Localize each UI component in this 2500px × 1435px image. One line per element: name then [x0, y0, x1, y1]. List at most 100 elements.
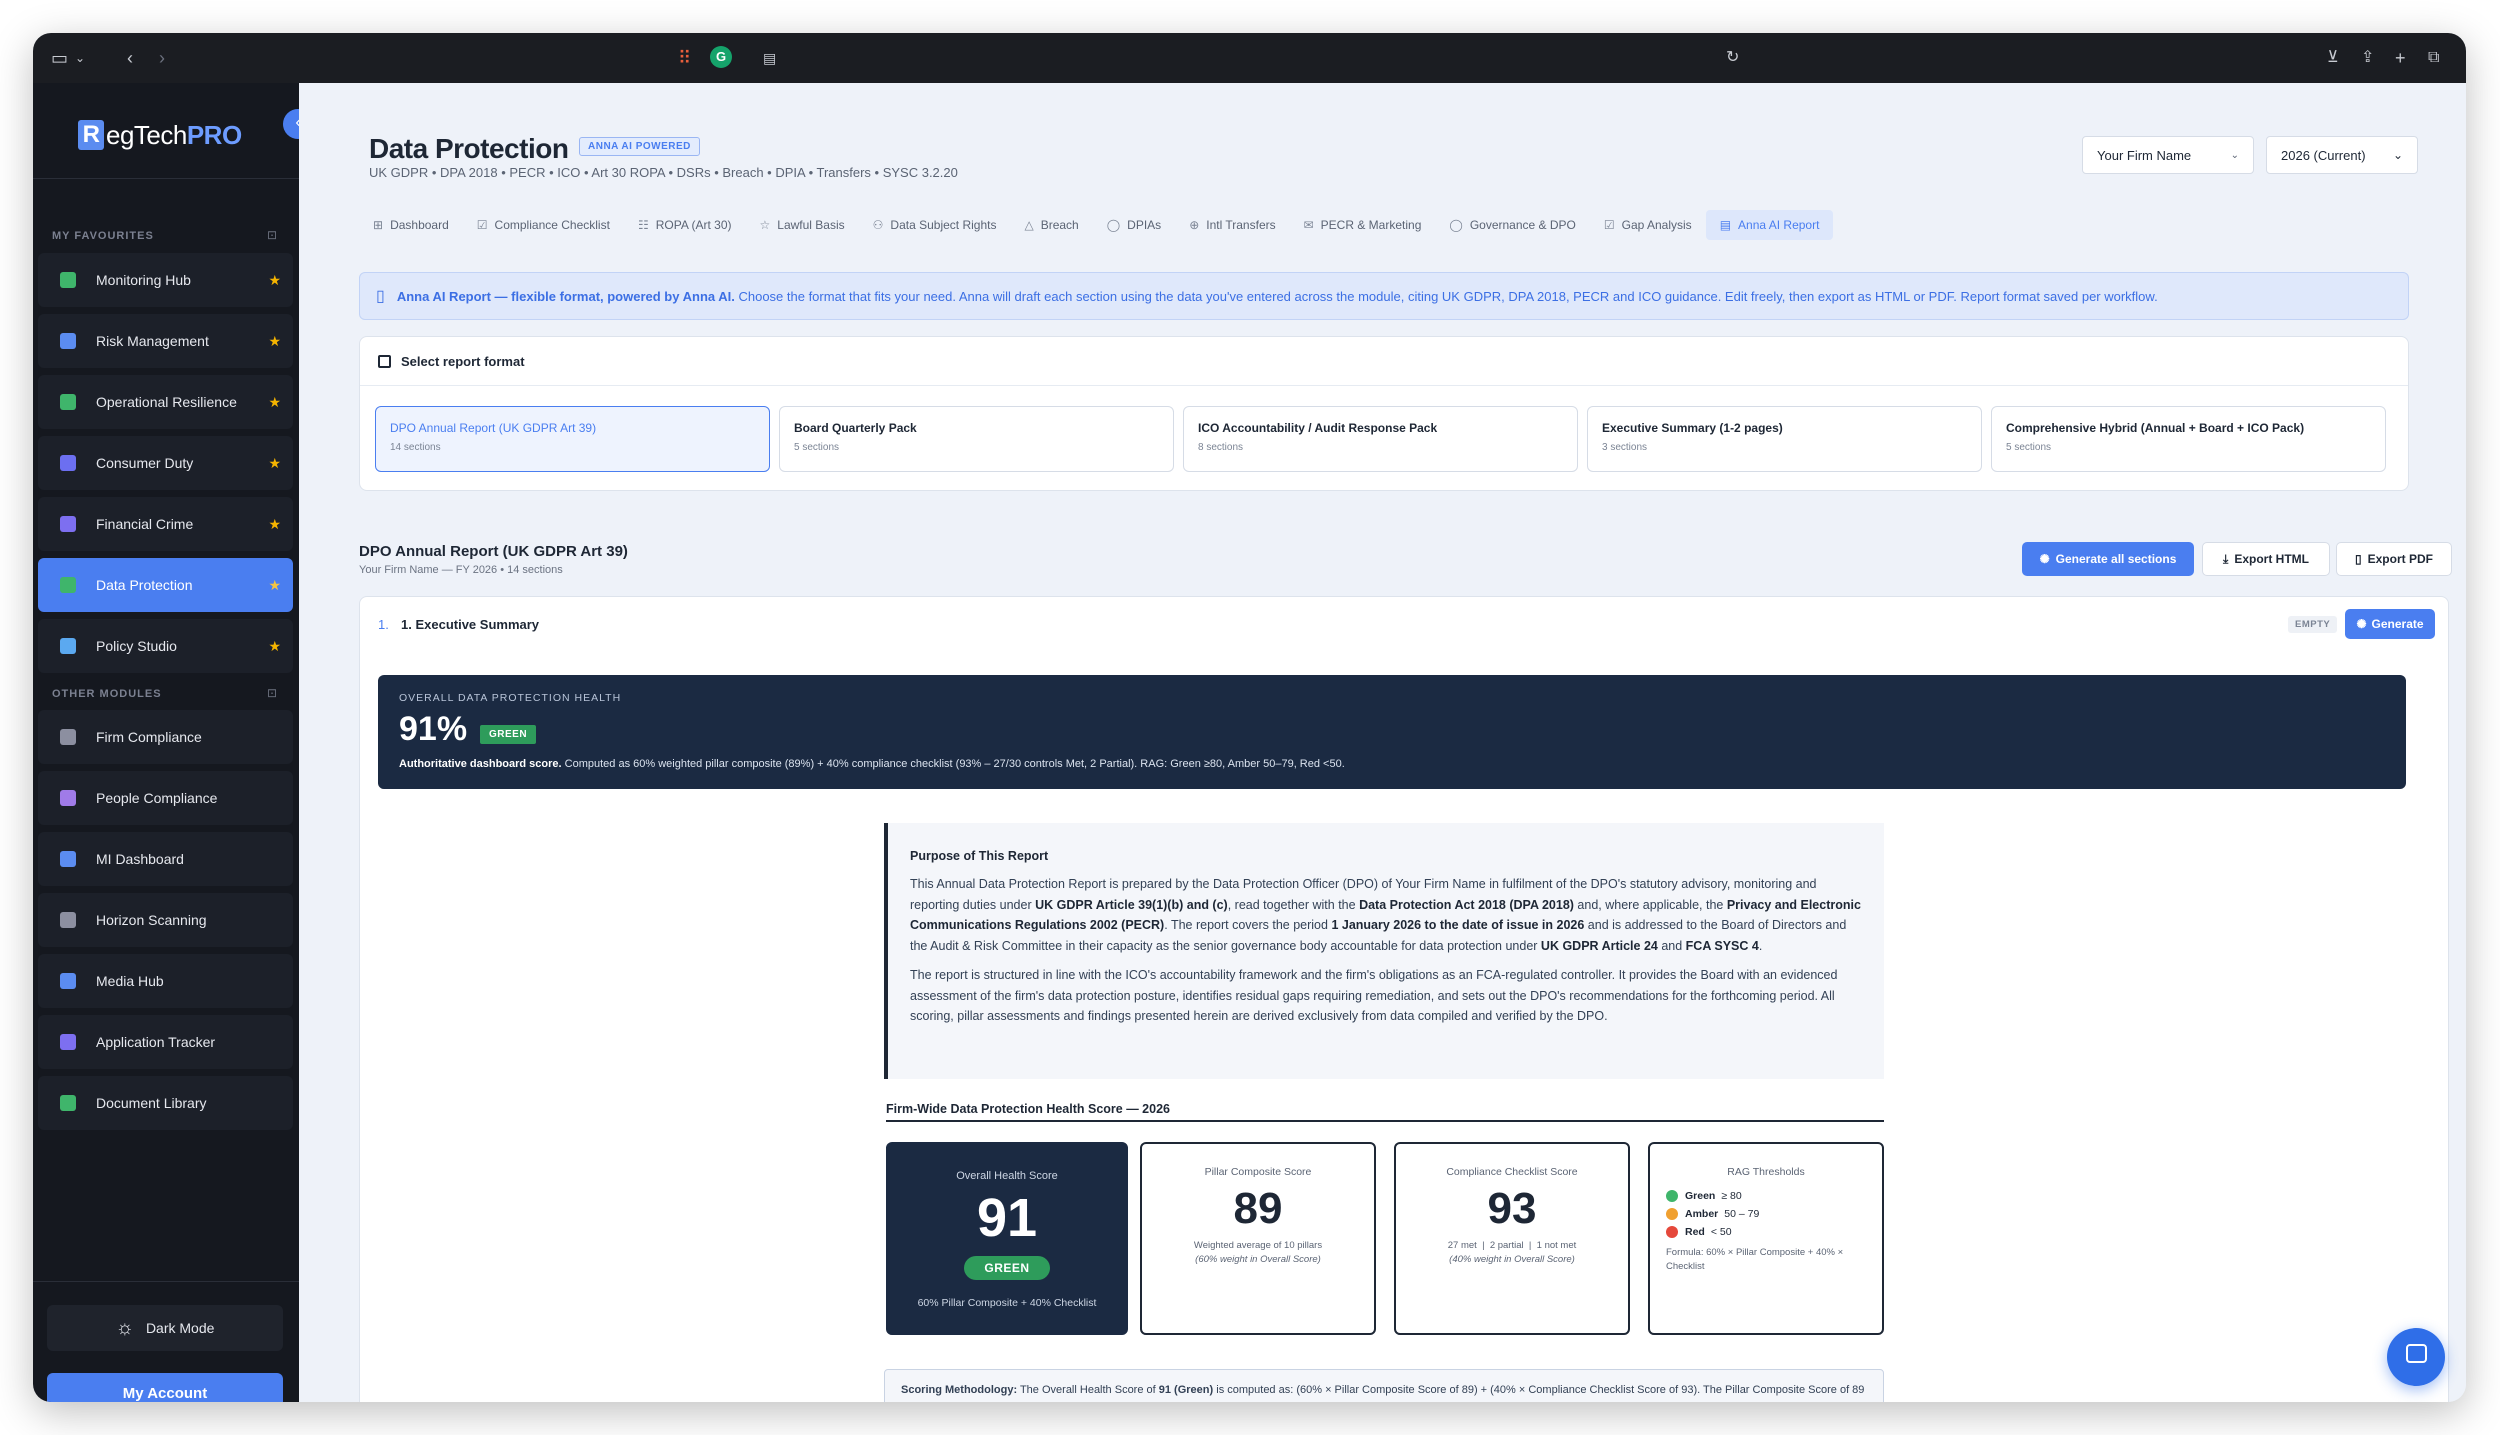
chat-icon	[2406, 1344, 2427, 1363]
sidebar-item-data-protection[interactable]: Data Protection ★	[38, 558, 293, 612]
star-icon[interactable]: ★	[268, 394, 281, 411]
sidebar-item-label: Operational Resilience	[96, 394, 237, 410]
sidebar-item-label: Document Library	[96, 1095, 207, 1111]
share-icon[interactable]: ⇪	[2361, 48, 2374, 68]
star-icon[interactable]: ★	[268, 455, 281, 472]
tab-label: Anna AI Report	[1738, 218, 1820, 232]
edit-favourites-icon[interactable]: ⊡	[267, 228, 277, 242]
tab-data-subject-rights[interactable]: ⚇ Data Subject Rights	[859, 210, 1011, 240]
generate-all-button[interactable]: ✺ Generate all sections	[2022, 542, 2194, 576]
tab-label: Compliance Checklist	[494, 218, 610, 232]
overall-health-banner: OVERALL DATA PROTECTION HEALTH 91% GREEN…	[378, 675, 2406, 789]
sidebar-item-label: Financial Crime	[96, 516, 194, 532]
sidebar-item-horizon-scanning[interactable]: Horizon Scanning	[38, 893, 293, 947]
pillar-score-box: Pillar Composite Score 89 Weighted avera…	[1140, 1142, 1376, 1335]
format-option-sections: 5 sections	[794, 442, 840, 453]
sidebar-item-label: Firm Compliance	[96, 729, 202, 745]
tab-gap-analysis[interactable]: ☑ Gap Analysis	[1590, 210, 1706, 240]
chevron-down-icon[interactable]: ⌄	[75, 48, 85, 68]
sidebar-item-document-library[interactable]: Document Library	[38, 1076, 293, 1130]
star-icon[interactable]: ★	[268, 333, 281, 350]
star-icon[interactable]: ★	[268, 638, 281, 655]
export-pdf-button[interactable]: ▯ Export PDF	[2336, 542, 2452, 576]
tab-anna-ai-report[interactable]: ▤ Anna AI Report	[1705, 210, 1834, 240]
reader-icon[interactable]: ▤	[763, 48, 776, 68]
format-option-sections: 14 sections	[390, 442, 441, 453]
format-title: Select report format	[401, 353, 525, 369]
tab-label: PECR & Marketing	[1320, 218, 1422, 232]
sidebar-item-monitoring-hub[interactable]: Monitoring Hub ★	[38, 253, 293, 307]
tab-icon: △	[1024, 218, 1034, 232]
tab-icon: ☷	[637, 218, 649, 232]
sidebar-item-people-compliance[interactable]: People Compliance	[38, 771, 293, 825]
export-html-button[interactable]: ⤓ Export HTML	[2202, 542, 2330, 576]
sidebar-item-operational-resilience[interactable]: Operational Resilience ★	[38, 375, 293, 429]
tab-lawful-basis[interactable]: ☆ Lawful Basis	[746, 210, 859, 240]
format-option[interactable]: Board Quarterly Pack 5 sections	[779, 406, 1174, 472]
new-tab-icon[interactable]: +	[2395, 48, 2406, 68]
forward-icon[interactable]: ›	[159, 48, 165, 68]
format-option[interactable]: ICO Accountability / Audit Response Pack…	[1183, 406, 1578, 472]
generate-section-button[interactable]: ✺ Generate	[2345, 609, 2435, 639]
grammarly-icon[interactable]: G	[710, 46, 732, 68]
rag-name: Amber	[1685, 1208, 1719, 1220]
rag-range: < 50	[1710, 1226, 1732, 1238]
tab-ropa-art-30-[interactable]: ☷ ROPA (Art 30)	[624, 210, 746, 240]
year-select[interactable]: 2026 (Current) ⌄	[2266, 136, 2418, 174]
module-icon	[60, 790, 76, 806]
tab-dashboard[interactable]: ⊞ Dashboard	[359, 210, 463, 240]
module-icon	[60, 729, 76, 745]
sidebar-item-policy-studio[interactable]: Policy Studio ★	[38, 619, 293, 673]
star-icon[interactable]: ★	[268, 516, 281, 533]
rag-threshold-item: Red < 50	[1666, 1226, 1882, 1238]
sidebar-item-application-tracker[interactable]: Application Tracker	[38, 1015, 293, 1069]
reload-icon[interactable]: ↻	[1726, 48, 1739, 68]
module-icon	[60, 394, 76, 410]
dark-mode-toggle[interactable]: ☼ Dark Mode	[47, 1305, 283, 1351]
anna-info-banner: ▯ Anna AI Report — flexible format, powe…	[359, 272, 2409, 320]
checklist-score-value: 93	[1487, 1184, 1537, 1233]
info-text: Choose the format that fits your need. A…	[734, 288, 2158, 304]
my-account-button[interactable]: My Account	[47, 1373, 283, 1402]
format-checkbox[interactable]	[378, 354, 391, 368]
regtechpro-logo[interactable]: RegTech PRO	[78, 115, 242, 155]
tab-pecr-marketing[interactable]: ✉ PECR & Marketing	[1290, 210, 1436, 240]
sidebar-item-firm-compliance[interactable]: Firm Compliance	[38, 710, 293, 764]
checklist-weight-note: (40% weight in Overall Score)	[1449, 1254, 1575, 1265]
sidebar-item-risk-management[interactable]: Risk Management ★	[38, 314, 293, 368]
edit-modules-icon[interactable]: ⊡	[267, 686, 277, 700]
sidebar-item-label: Monitoring Hub	[96, 272, 191, 288]
rag-formula: Formula: 60% × Pillar Composite + 40% × …	[1666, 1247, 1844, 1272]
tab-dpias[interactable]: ◯ DPIAs	[1093, 210, 1175, 240]
tabs-overview-icon[interactable]: ⧉	[2428, 48, 2439, 68]
chat-button[interactable]	[2387, 1328, 2445, 1386]
sidebar-item-media-hub[interactable]: Media Hub	[38, 954, 293, 1008]
sidebar-item-consumer-duty[interactable]: Consumer Duty ★	[38, 436, 293, 490]
sidebar-toggle-icon[interactable]: ▭	[51, 48, 68, 68]
tab-label: Data Subject Rights	[890, 218, 997, 232]
sidebar-item-financial-crime[interactable]: Financial Crime ★	[38, 497, 293, 551]
module-icon	[60, 1034, 76, 1050]
format-option[interactable]: Comprehensive Hybrid (Annual + Board + I…	[1991, 406, 2386, 472]
module-icon	[60, 577, 76, 593]
back-icon[interactable]: ‹	[127, 48, 133, 68]
sidebar-item-label: Data Protection	[96, 577, 193, 593]
tab-governance-dpo[interactable]: ◯ Governance & DPO	[1435, 210, 1590, 240]
tab-label: Gap Analysis	[1621, 218, 1692, 232]
tab-breach[interactable]: △ Breach	[1010, 210, 1092, 240]
format-option[interactable]: Executive Summary (1-2 pages) 3 sections	[1587, 406, 1982, 472]
format-option[interactable]: DPO Annual Report (UK GDPR Art 39) 14 sec…	[375, 406, 770, 472]
download-icon[interactable]: ⊻	[2327, 48, 2339, 68]
rag-name: Green	[1685, 1190, 1716, 1202]
firm-select[interactable]: Your Firm Name ⌄	[2082, 136, 2254, 174]
overall-rag-badge: GREEN	[964, 1256, 1050, 1280]
sidebar-item-label: Policy Studio	[96, 638, 177, 654]
star-icon[interactable]: ★	[268, 272, 281, 289]
star-icon[interactable]: ★	[268, 577, 281, 594]
sidebar-item-mi-dashboard[interactable]: MI Dashboard	[38, 832, 293, 886]
tab-compliance-checklist[interactable]: ☑ Compliance Checklist	[463, 210, 624, 240]
tab-intl-transfers[interactable]: ⊕ Intl Transfers	[1175, 210, 1289, 240]
apps-grid-icon[interactable]: ⠿	[678, 48, 691, 68]
sidebar-item-label: Horizon Scanning	[96, 912, 207, 928]
overall-score-note: 60% Pillar Composite + 40% Checklist	[917, 1297, 1097, 1309]
